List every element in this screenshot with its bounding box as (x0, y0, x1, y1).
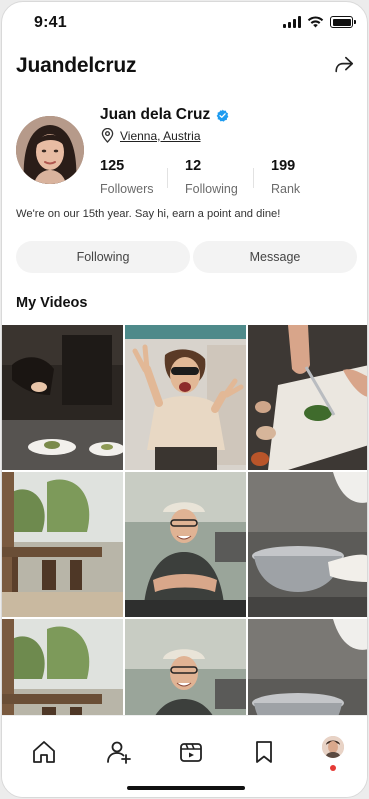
video-clapper-icon[interactable] (177, 738, 205, 766)
video-thumbnail-chef-plating[interactable] (2, 325, 123, 470)
status-icons (283, 16, 356, 28)
name-row: Juan dela Cruz (100, 106, 229, 124)
video-thumbnail-woman-peace-sign[interactable] (125, 325, 246, 470)
following-label: Following (185, 182, 238, 196)
location-link[interactable]: Vienna, Austria (120, 129, 201, 143)
my-videos-title: My Videos (16, 295, 88, 311)
video-thumbnail-restaurant[interactable] (2, 619, 123, 715)
video-thumbnail-smiling-chef[interactable] (125, 619, 246, 715)
home-indicator (127, 786, 245, 790)
bookmark-icon[interactable] (250, 738, 278, 766)
message-button[interactable]: Message (193, 241, 357, 273)
rank-count: 199 (271, 158, 296, 174)
profile-header: Juandelcruz (2, 46, 367, 84)
phone-screen: 9:41 Juandelcruz Juan dela Cruz Vienna, … (1, 1, 368, 798)
bottom-nav (2, 715, 367, 797)
following-button[interactable]: Following (16, 241, 190, 273)
add-user-icon[interactable] (105, 738, 133, 766)
location-row[interactable]: Vienna, Austria (101, 128, 201, 143)
video-thumbnail-mixing-bowl[interactable] (248, 619, 367, 715)
video-thumbnail-restaurant[interactable] (2, 472, 123, 617)
profile-avatar[interactable] (322, 736, 344, 758)
video-thumbnail-smiling-chef[interactable] (125, 472, 246, 617)
profile-bio: We're on our 15th year. Say hi, earn a p… (16, 208, 281, 220)
followers-label: Followers (100, 182, 154, 196)
following-count: 12 (185, 158, 202, 174)
followers-count: 125 (100, 158, 125, 174)
video-thumbnail-mixing-bowl[interactable] (248, 472, 367, 617)
profile-stats: 125 Followers 12 Following 199 Rank (100, 158, 300, 196)
video-thumbnail-chopping-herbs[interactable] (248, 325, 367, 470)
location-pin-icon (101, 128, 114, 143)
verified-badge-icon (216, 109, 229, 122)
stat-divider (253, 168, 254, 188)
stat-rank[interactable]: 199 Rank (253, 158, 300, 196)
stat-divider (167, 168, 168, 188)
profile-avatar-large[interactable] (16, 116, 84, 184)
share-arrow-icon[interactable] (333, 54, 355, 76)
signal-icon (283, 16, 301, 28)
status-time: 9:41 (34, 14, 67, 31)
battery-icon (330, 16, 356, 28)
home-icon[interactable] (30, 738, 58, 766)
status-bar: 9:41 (2, 2, 367, 46)
video-grid (2, 325, 367, 715)
stat-following[interactable]: 12 Following (167, 158, 253, 196)
username: Juandelcruz (16, 54, 137, 77)
active-tab-indicator (330, 765, 336, 771)
display-name: Juan dela Cruz (100, 106, 211, 123)
wifi-icon (307, 16, 324, 28)
stat-followers[interactable]: 125 Followers (100, 158, 167, 196)
rank-label: Rank (271, 182, 301, 196)
